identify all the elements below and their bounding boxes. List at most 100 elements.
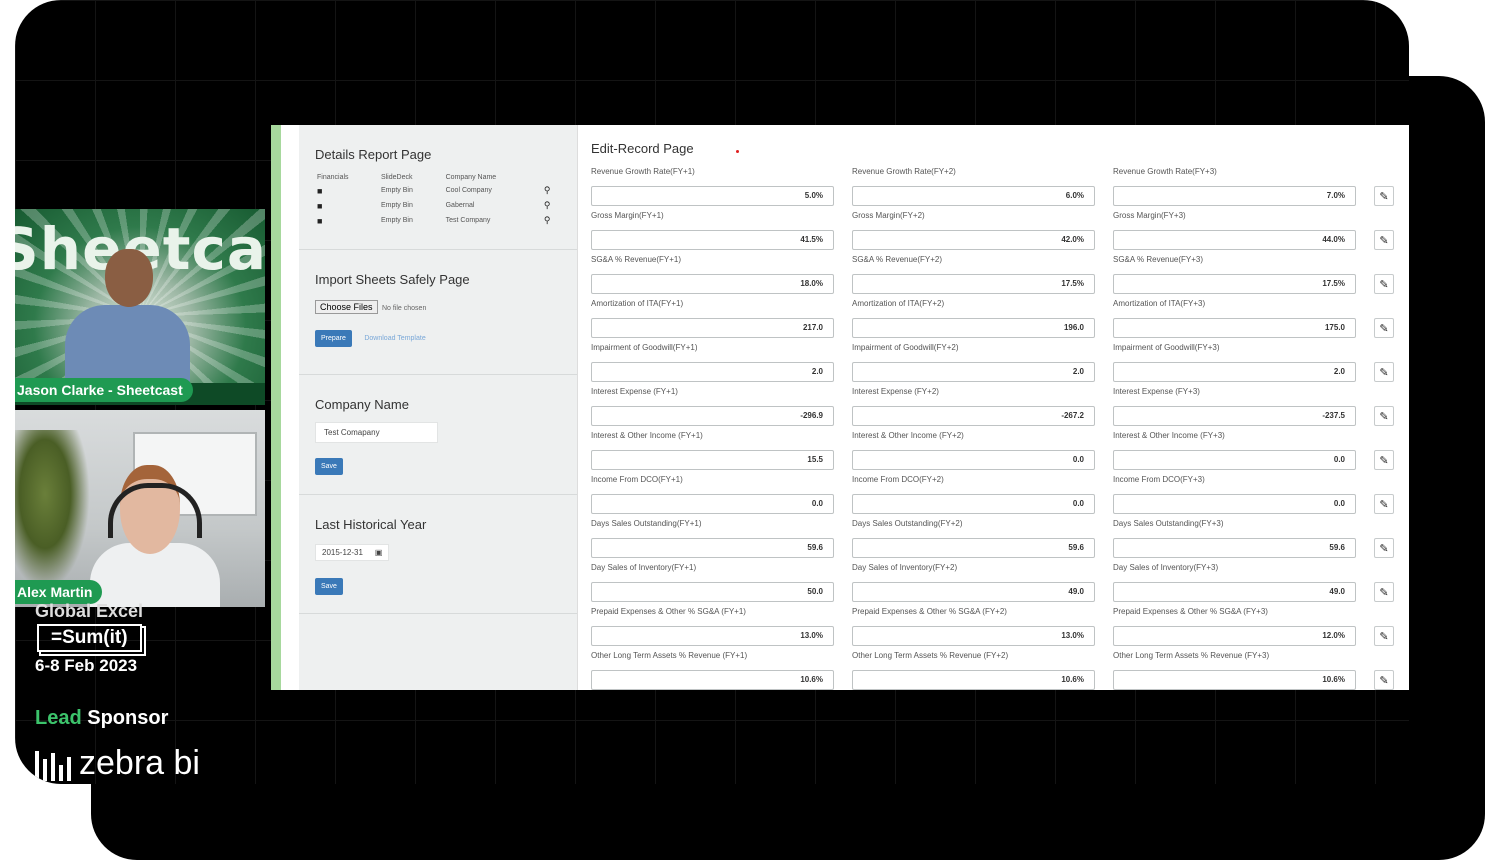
event-branding: Global Excel =Sum(it) 6-8 Feb 2023: [35, 600, 143, 676]
field-label: Other Long Term Assets % Revenue (FY+3): [1113, 651, 1270, 660]
field-cell: Interest & Other Income (FY+1) 15.5: [591, 430, 834, 474]
field-cell: Amortization of ITA(FY+3) 175.0: [1113, 298, 1356, 342]
pencil-icon[interactable]: ✎: [1374, 538, 1394, 558]
pencil-icon[interactable]: ✎: [1374, 406, 1394, 426]
company-title: Company Name: [315, 397, 409, 412]
table-row: ■ Empty Bin Gabernal ⚲: [315, 198, 561, 213]
table-row: ■ Empty Bin Cool Company ⚲: [315, 183, 561, 198]
edit-row-cell: ✎: [1374, 562, 1404, 606]
participant-video-2: [90, 465, 220, 607]
col-slidedeck: SlideDeck: [380, 174, 413, 181]
field-cell: Revenue Growth Rate(FY+1) 5.0%: [591, 166, 834, 210]
search-icon[interactable]: ⚲: [544, 200, 551, 210]
pencil-icon[interactable]: ✎: [1374, 318, 1394, 338]
field-label: Interest & Other Income (FY+3): [1113, 431, 1225, 440]
field-input[interactable]: 59.6: [852, 538, 1095, 558]
pencil-icon[interactable]: ✎: [1374, 450, 1394, 470]
historical-year-input[interactable]: 2015-12-31 ▣: [315, 544, 390, 561]
left-panel: Details Report Page Financials SlideDeck…: [299, 125, 578, 690]
field-input[interactable]: 0.0: [1113, 450, 1356, 470]
field-input[interactable]: 196.0: [852, 318, 1095, 338]
field-label: Interest & Other Income (FY+2): [852, 431, 964, 440]
historical-title: Last Historical Year: [315, 517, 427, 532]
field-label: Prepaid Expenses & Other % SG&A (FY+1): [591, 607, 746, 616]
pencil-icon[interactable]: ✎: [1374, 362, 1394, 382]
field-label: Day Sales of Inventory(FY+1): [591, 563, 697, 572]
field-input[interactable]: 13.0%: [591, 626, 834, 646]
name-tag-jason: Jason Clarke - Sheetcast: [15, 378, 193, 402]
field-label: Prepaid Expenses & Other % SG&A (FY+3): [1113, 607, 1268, 616]
calendar-icon[interactable]: ▣: [375, 548, 383, 557]
field-input[interactable]: 17.5%: [1113, 274, 1356, 294]
field-input[interactable]: 49.0: [1113, 582, 1356, 602]
field-input[interactable]: 0.0: [852, 494, 1095, 514]
download-template-link[interactable]: Download Template: [364, 335, 425, 342]
field-label: Revenue Growth Rate(FY+1): [591, 167, 695, 176]
field-cell: SG&A % Revenue(FY+3) 17.5%: [1113, 254, 1356, 298]
company-name-input[interactable]: Test Comapany: [315, 422, 438, 443]
field-input[interactable]: 41.5%: [591, 230, 834, 250]
no-file-label: No file chosen: [381, 305, 427, 312]
field-input[interactable]: 59.6: [1113, 538, 1356, 558]
field-input[interactable]: 42.0%: [852, 230, 1095, 250]
pdf-icon[interactable]: ■: [317, 216, 322, 226]
table-row: ■ Empty Bin Test Company ⚲: [315, 213, 561, 228]
field-input[interactable]: -237.5: [1113, 406, 1356, 426]
field-input[interactable]: 13.0%: [852, 626, 1095, 646]
company-name-section: Company Name Test Comapany Save: [299, 375, 577, 495]
field-input[interactable]: 6.0%: [852, 186, 1095, 206]
save-company-button[interactable]: Save: [315, 458, 343, 475]
field-input[interactable]: -267.2: [852, 406, 1095, 426]
field-input[interactable]: -296.9: [591, 406, 834, 426]
lead-sponsor-label: Lead Sponsor: [35, 707, 168, 730]
field-input[interactable]: 2.0: [591, 362, 834, 382]
field-cell: Amortization of ITA(FY+1) 217.0: [591, 298, 834, 342]
prepare-button[interactable]: Prepare: [315, 330, 352, 347]
field-input[interactable]: 0.0: [852, 450, 1095, 470]
pencil-icon[interactable]: ✎: [1374, 494, 1394, 514]
field-input[interactable]: 44.0%: [1113, 230, 1356, 250]
field-input[interactable]: 10.6%: [1113, 670, 1356, 690]
field-input[interactable]: 50.0: [591, 582, 834, 602]
field-label: Impairment of Goodwill(FY+2): [852, 343, 959, 352]
field-input[interactable]: 18.0%: [591, 274, 834, 294]
field-input[interactable]: 217.0: [591, 318, 834, 338]
pencil-icon[interactable]: ✎: [1374, 230, 1394, 250]
pencil-icon[interactable]: ✎: [1374, 670, 1394, 690]
pencil-icon[interactable]: ✎: [1374, 274, 1394, 294]
pencil-icon[interactable]: ✎: [1374, 582, 1394, 602]
field-cell: Prepaid Expenses & Other % SG&A (FY+2) 13…: [852, 606, 1095, 650]
field-cell: Other Long Term Assets % Revenue (FY+1) 1…: [591, 650, 834, 690]
field-input[interactable]: 17.5%: [852, 274, 1095, 294]
company-cell: Cool Company: [445, 187, 492, 194]
pdf-icon[interactable]: ■: [317, 201, 322, 211]
field-input[interactable]: 5.0%: [591, 186, 834, 206]
field-label: Other Long Term Assets % Revenue (FY+1): [591, 651, 748, 660]
company-cell: Test Company: [445, 217, 491, 224]
pdf-icon[interactable]: ■: [317, 186, 322, 196]
col-financials: Financials: [317, 174, 349, 181]
field-input[interactable]: 2.0: [852, 362, 1095, 382]
field-input[interactable]: 10.6%: [591, 670, 834, 690]
field-cell: Days Sales Outstanding(FY+3) 59.6: [1113, 518, 1356, 562]
choose-files-button[interactable]: Choose Files: [315, 300, 378, 314]
field-input[interactable]: 0.0: [1113, 494, 1356, 514]
field-label: Interest Expense (FY+2): [852, 387, 939, 396]
field-input[interactable]: 59.6: [591, 538, 834, 558]
save-year-button[interactable]: Save: [315, 578, 343, 595]
field-input[interactable]: 49.0: [852, 582, 1095, 602]
field-input[interactable]: 7.0%: [1113, 186, 1356, 206]
field-input[interactable]: 10.6%: [852, 670, 1095, 690]
pencil-icon[interactable]: ✎: [1374, 186, 1394, 206]
field-input[interactable]: 15.5: [591, 450, 834, 470]
field-input[interactable]: 2.0: [1113, 362, 1356, 382]
field-cell: Days Sales Outstanding(FY+2) 59.6: [852, 518, 1095, 562]
field-input[interactable]: 175.0: [1113, 318, 1356, 338]
pencil-icon[interactable]: ✎: [1374, 626, 1394, 646]
search-icon[interactable]: ⚲: [544, 185, 551, 195]
date-value: 2015-12-31: [322, 548, 363, 557]
field-input[interactable]: 0.0: [591, 494, 834, 514]
field-label: Day Sales of Inventory(FY+3): [1113, 563, 1219, 572]
field-input[interactable]: 12.0%: [1113, 626, 1356, 646]
search-icon[interactable]: ⚲: [544, 215, 551, 225]
